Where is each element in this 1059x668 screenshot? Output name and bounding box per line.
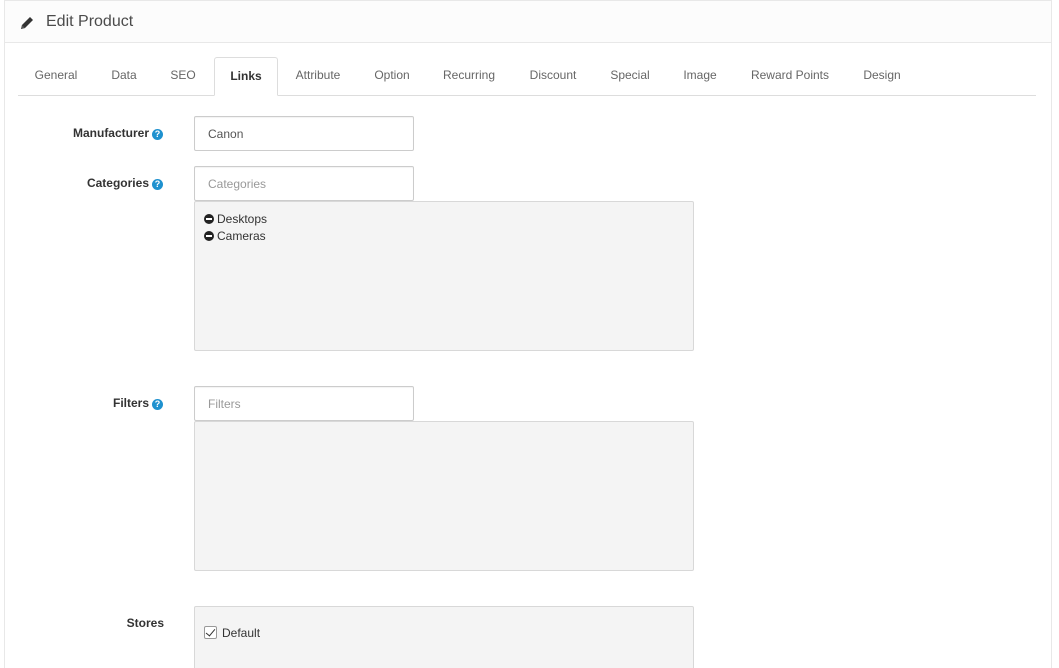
filters-label: Filters?: [113, 396, 163, 410]
manufacturer-label: Manufacturer?: [73, 126, 163, 140]
list-item: Cameras: [204, 229, 266, 243]
list-item: Desktops: [204, 212, 267, 226]
filters-input[interactable]: [194, 386, 414, 421]
tab-image[interactable]: Image: [674, 57, 726, 96]
store-default-checkbox[interactable]: [204, 626, 217, 639]
help-icon[interactable]: ?: [152, 179, 163, 190]
tab-option[interactable]: Option: [364, 57, 420, 96]
help-icon[interactable]: ?: [152, 129, 163, 140]
page-title: Edit Product: [46, 13, 134, 30]
tab-recurring[interactable]: Recurring: [436, 57, 502, 96]
tab-design[interactable]: Design: [854, 57, 910, 96]
filters-list: [194, 421, 694, 571]
minus-circle-icon[interactable]: [204, 231, 214, 241]
manufacturer-input[interactable]: [194, 116, 414, 151]
tab-bar: General Data SEO Links Attribute Option …: [18, 57, 1036, 96]
store-option[interactable]: Default: [204, 626, 260, 640]
categories-list: Desktops Cameras: [194, 201, 694, 351]
tab-data[interactable]: Data: [102, 57, 146, 96]
tab-attribute[interactable]: Attribute: [286, 57, 350, 96]
tab-reward-points[interactable]: Reward Points: [742, 57, 838, 96]
tab-seo[interactable]: SEO: [162, 57, 204, 96]
categories-input[interactable]: [194, 166, 414, 201]
stores-label: Stores: [126, 616, 164, 630]
tab-special[interactable]: Special: [602, 57, 658, 96]
pencil-icon: [21, 17, 33, 29]
minus-circle-icon[interactable]: [204, 214, 214, 224]
stores-list: Default: [194, 606, 694, 668]
tab-discount[interactable]: Discount: [520, 57, 586, 96]
help-icon[interactable]: ?: [152, 399, 163, 410]
panel-heading: Edit Product: [5, 1, 1051, 43]
tab-general[interactable]: General: [18, 57, 94, 96]
categories-label: Categories?: [87, 176, 163, 190]
tab-links[interactable]: Links: [214, 57, 278, 96]
